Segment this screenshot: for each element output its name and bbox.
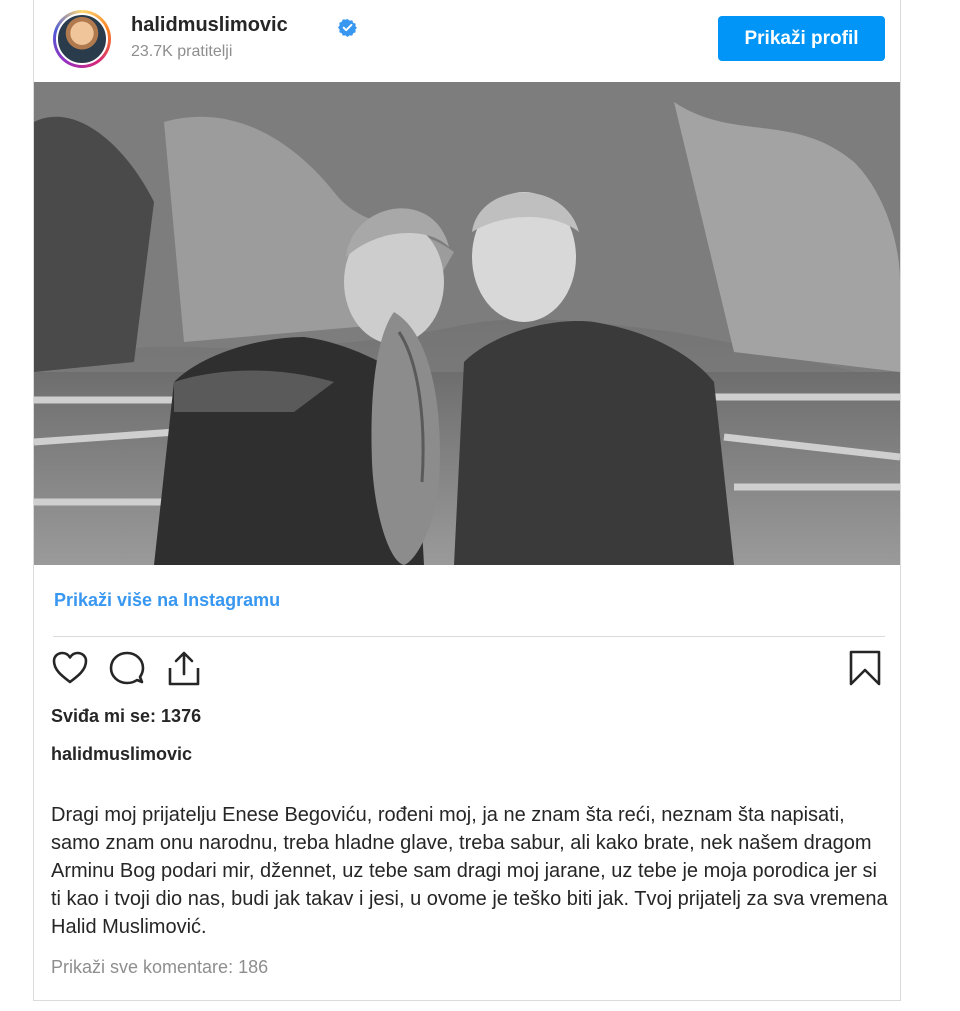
post-photo[interactable] bbox=[34, 82, 900, 565]
divider bbox=[53, 636, 885, 637]
instagram-embed-card: halidmuslimovic 23.7K pratitelji Prikaži… bbox=[33, 0, 901, 1001]
avatar[interactable] bbox=[56, 13, 108, 65]
bookmark-icon[interactable] bbox=[845, 648, 885, 688]
view-more-on-instagram-link[interactable]: Prikaži više na Instagramu bbox=[54, 590, 280, 611]
username-link[interactable]: halidmuslimovic bbox=[131, 14, 288, 37]
caption-username[interactable]: halidmuslimovic bbox=[51, 744, 192, 765]
follower-count: 23.7K pratitelji bbox=[131, 43, 233, 60]
heart-icon[interactable] bbox=[50, 648, 90, 688]
likes-count[interactable]: Sviđa mi se: 1376 bbox=[51, 706, 201, 727]
view-profile-button[interactable]: Prikaži profil bbox=[718, 16, 885, 61]
share-icon[interactable] bbox=[164, 648, 204, 688]
avatar-ring[interactable] bbox=[53, 10, 111, 68]
post-header: halidmuslimovic 23.7K pratitelji Prikaži… bbox=[34, 0, 900, 82]
post-caption: Dragi moj prijatelju Enese Begoviću, rođ… bbox=[51, 804, 888, 938]
view-all-comments-link[interactable]: Prikaži sve komentare: 186 bbox=[51, 957, 268, 978]
comment-icon[interactable] bbox=[107, 648, 147, 688]
verified-badge-icon bbox=[338, 18, 357, 37]
